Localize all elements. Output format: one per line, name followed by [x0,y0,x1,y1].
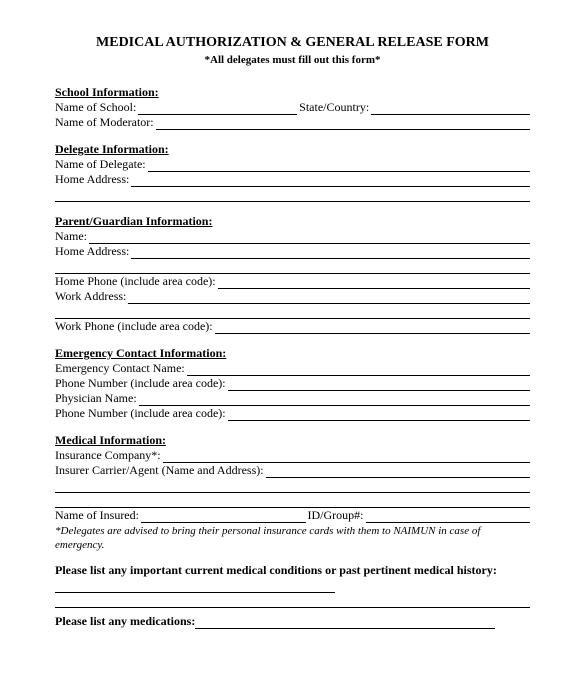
conditions-question: Please list any important current medica… [55,563,530,593]
carrier-line2[interactable] [55,478,530,493]
conditions-label: Please list any important current medica… [55,563,497,577]
parent-name-label: Name: [55,229,89,244]
physician-row: Physician Name: [55,391,530,406]
emergency-phone2-input[interactable] [228,408,530,421]
school-name-label: Name of School: [55,100,138,115]
parent-address-label: Home Address: [55,244,131,259]
form-subtitle: *All delegates must fill out this form* [55,54,530,68]
parent-address-input[interactable] [131,246,530,259]
parent-workaddress-input[interactable] [128,291,530,304]
medications-input-inline[interactable] [195,616,495,629]
group-input[interactable] [366,510,531,523]
parent-homephone-row: Home Phone (include area code): [55,274,530,289]
group-label: ID/Group#: [306,508,366,523]
parent-workphone-input[interactable] [215,321,530,334]
delegate-address-line2[interactable] [55,187,530,202]
insurance-label: Insurance Company*: [55,448,163,463]
emergency-phone1-label: Phone Number (include area code): [55,376,228,391]
insured-input[interactable] [141,510,306,523]
delegate-name-row: Name of Delegate: [55,157,530,172]
parent-header: Parent/Guardian Information: [55,214,530,229]
carrier-row: Insurer Carrier/Agent (Name and Address)… [55,463,530,478]
parent-workphone-row: Work Phone (include area code): [55,319,530,334]
delegate-address-label: Home Address: [55,172,131,187]
medical-header: Medical Information: [55,433,530,448]
emergency-phone2-label: Phone Number (include area code): [55,406,228,421]
emergency-header: Emergency Contact Information: [55,346,530,361]
form-page: MEDICAL AUTHORIZATION & GENERAL RELEASE … [0,0,585,649]
emergency-phone2-row: Phone Number (include area code): [55,406,530,421]
medications-label: Please list any medications: [55,614,195,628]
state-label: State/Country: [297,100,371,115]
parent-workaddress-row: Work Address: [55,289,530,304]
parent-address-row: Home Address: [55,244,530,259]
carrier-input[interactable] [266,465,530,478]
physician-label: Physician Name: [55,391,139,406]
school-header: School Information: [55,85,530,100]
insurance-input[interactable] [163,450,530,463]
emergency-name-label: Emergency Contact Name: [55,361,187,376]
carrier-line3[interactable] [55,493,530,508]
insurance-note: *Delegates are advised to bring their pe… [55,525,530,553]
moderator-row: Name of Moderator: [55,115,530,130]
carrier-label: Insurer Carrier/Agent (Name and Address)… [55,463,266,478]
parent-homephone-input[interactable] [218,276,530,289]
medications-question: Please list any medications: [55,614,530,629]
physician-input[interactable] [139,393,530,406]
delegate-name-input[interactable] [148,159,530,172]
school-name-row: Name of School: State/Country: [55,100,530,115]
delegate-header: Delegate Information: [55,142,530,157]
parent-workaddress-line2[interactable] [55,304,530,319]
emergency-phone1-row: Phone Number (include area code): [55,376,530,391]
moderator-input[interactable] [156,117,530,130]
parent-address-line2[interactable] [55,259,530,274]
conditions-line2[interactable] [55,593,530,608]
delegate-address-row: Home Address: [55,172,530,187]
insured-label: Name of Insured: [55,508,141,523]
emergency-phone1-input[interactable] [228,378,530,391]
delegate-name-label: Name of Delegate: [55,157,148,172]
parent-homephone-label: Home Phone (include area code): [55,274,218,289]
form-title: MEDICAL AUTHORIZATION & GENERAL RELEASE … [55,34,530,52]
moderator-label: Name of Moderator: [55,115,156,130]
delegate-address-input[interactable] [131,174,530,187]
conditions-input-inline[interactable] [55,580,335,593]
parent-name-input[interactable] [89,231,530,244]
parent-workaddress-label: Work Address: [55,289,128,304]
insured-row: Name of Insured: ID/Group#: [55,508,530,523]
emergency-name-row: Emergency Contact Name: [55,361,530,376]
parent-name-row: Name: [55,229,530,244]
insurance-row: Insurance Company*: [55,448,530,463]
state-input[interactable] [371,102,530,115]
emergency-name-input[interactable] [187,363,530,376]
school-name-input[interactable] [138,102,297,115]
parent-workphone-label: Work Phone (include area code): [55,319,215,334]
